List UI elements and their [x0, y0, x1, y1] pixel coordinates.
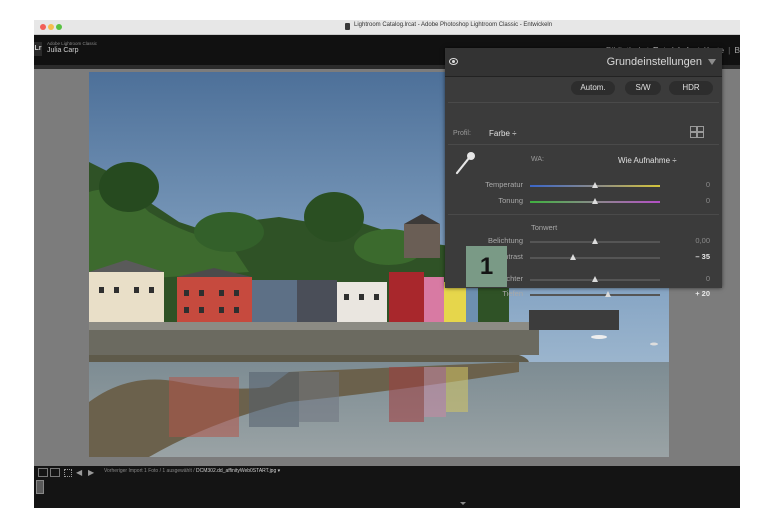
- module-buch[interactable]: B: [734, 45, 740, 55]
- eye-icon[interactable]: [449, 58, 458, 65]
- minimize-window-button[interactable]: [48, 24, 54, 30]
- temperature-slider[interactable]: [530, 182, 660, 188]
- wb-label: WA:: [531, 156, 544, 163]
- panel-title: Grundeinstellungen: [606, 56, 702, 68]
- profile-dropdown[interactable]: Farbe ÷: [489, 129, 517, 138]
- tint-value[interactable]: 0: [670, 196, 710, 205]
- filmstrip-filename[interactable]: DCM302.dd_affinityWeb0START.jpg ▾: [196, 468, 280, 474]
- product-name: Adobe Lightroom Classic: [47, 41, 98, 46]
- profile-label: Profil:: [453, 130, 471, 137]
- zoom-window-button[interactable]: [56, 24, 62, 30]
- arrow-left-icon[interactable]: ◀: [76, 468, 82, 477]
- divider: [448, 102, 719, 103]
- collapse-icon[interactable]: [708, 59, 716, 65]
- exposure-label: Belichtung: [487, 236, 523, 245]
- callout-number: 1: [479, 253, 494, 280]
- grid-icon[interactable]: [690, 126, 704, 138]
- grid-view-icon[interactable]: [64, 469, 72, 477]
- slider-thumb[interactable]: [592, 238, 598, 244]
- document-icon: [345, 23, 350, 30]
- shadows-slider[interactable]: [530, 291, 660, 297]
- slider-thumb[interactable]: [569, 254, 576, 260]
- auto-button[interactable]: Autom.: [571, 81, 615, 95]
- secondary-display-2-button[interactable]: [50, 468, 60, 477]
- temperature-label: Temperatur: [485, 180, 523, 189]
- arrow-right-icon[interactable]: ▶: [88, 468, 94, 477]
- slider-thumb[interactable]: [592, 198, 598, 204]
- tint-slider[interactable]: [530, 198, 660, 204]
- filmstrip-source-info: Vorheriger Import 1 Foto / 1 ausgewählt …: [104, 468, 280, 474]
- highlights-value[interactable]: 0: [670, 274, 710, 283]
- callout-badge: 1: [466, 246, 507, 287]
- bottom-panel-toggle-icon[interactable]: [460, 502, 466, 505]
- filmstrip-count: 1 Foto / 1 ausgewählt /: [144, 468, 195, 474]
- wb-dropdown[interactable]: Wie Aufnahme ÷: [618, 156, 677, 165]
- black-white-button[interactable]: S/W: [625, 81, 661, 95]
- exposure-value[interactable]: 0,00: [670, 236, 710, 245]
- contrast-value[interactable]: – 35: [670, 252, 710, 261]
- exposure-slider[interactable]: [530, 238, 660, 244]
- hdr-button[interactable]: HDR: [669, 81, 713, 95]
- tone-section-label: Tonwert: [531, 223, 558, 232]
- secondary-display-1-button[interactable]: [38, 468, 48, 477]
- close-window-button[interactable]: [40, 24, 46, 30]
- panel-header[interactable]: Grundeinstellungen: [445, 48, 722, 77]
- module-separator: |: [728, 45, 731, 55]
- user-name: Julia Carp: [47, 47, 79, 54]
- shadows-label: Tiefen: [502, 289, 523, 298]
- divider: [448, 144, 719, 145]
- lightroom-logo: Lr: [34, 42, 42, 56]
- filmstrip-source[interactable]: Vorheriger Import: [104, 468, 143, 474]
- highlights-slider[interactable]: [530, 276, 660, 282]
- title-bar: Lightroom Catalog.lrcat - Adobe Photosho…: [34, 20, 740, 35]
- eyedropper-icon[interactable]: [453, 150, 477, 176]
- contrast-slider[interactable]: [530, 254, 660, 260]
- tint-label: Tonung: [498, 196, 523, 205]
- window-title: Lightroom Catalog.lrcat - Adobe Photosho…: [354, 22, 553, 28]
- slider-thumb[interactable]: [592, 276, 598, 282]
- filmstrip-thumbnail[interactable]: [36, 480, 44, 494]
- slider-thumb[interactable]: [592, 182, 598, 188]
- filmstrip: ◀ ▶ Vorheriger Import 1 Foto / 1 ausgewä…: [34, 466, 740, 508]
- temperature-value[interactable]: 0: [670, 180, 710, 189]
- slider-thumb[interactable]: [605, 291, 611, 297]
- shadows-value[interactable]: + 20: [670, 289, 710, 298]
- divider: [448, 214, 719, 215]
- treatment-buttons: Autom. S/W HDR: [445, 78, 722, 100]
